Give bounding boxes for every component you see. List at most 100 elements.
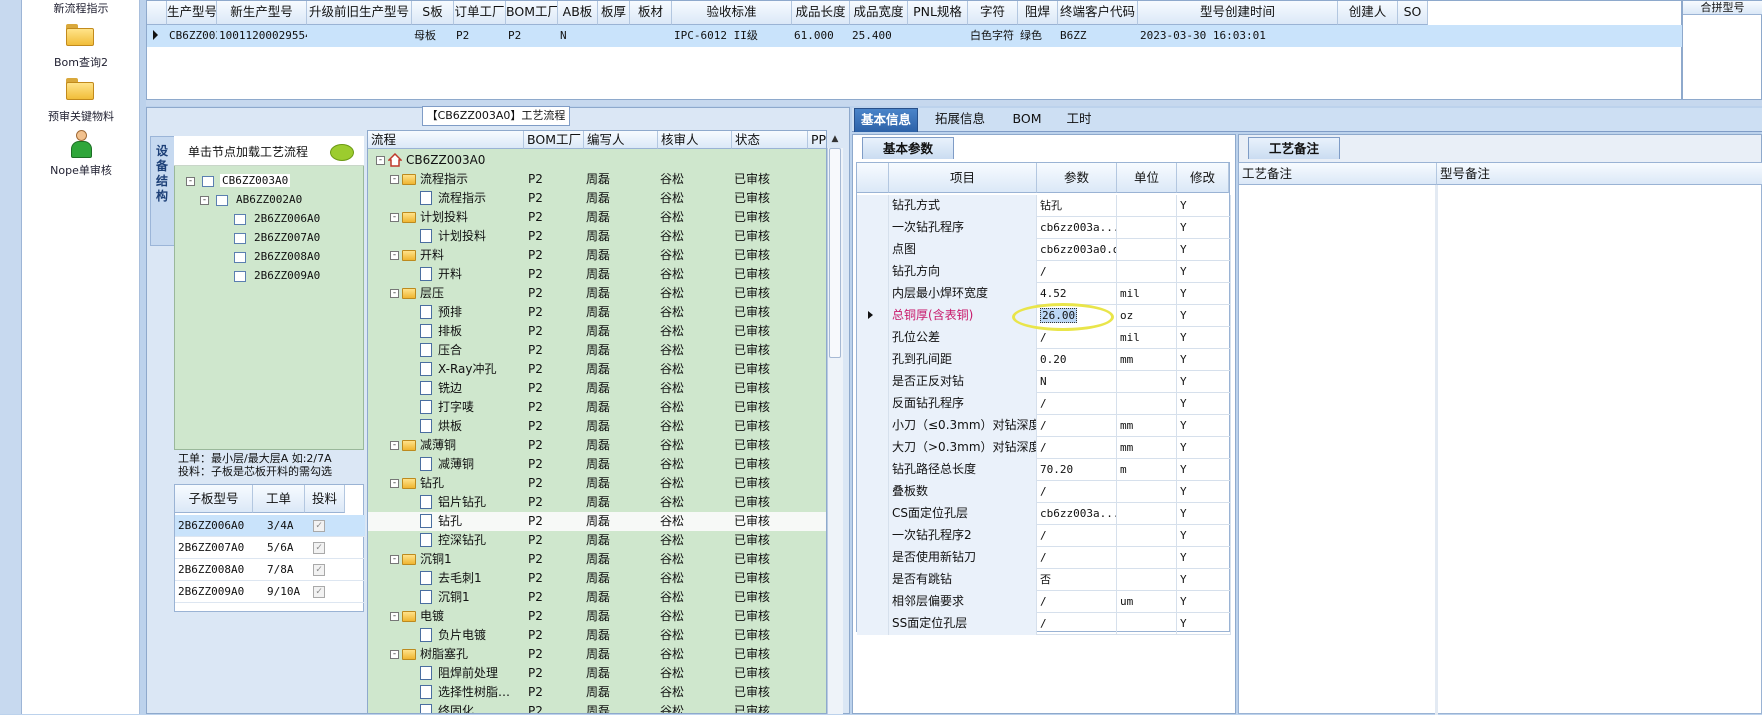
tab-basic-info[interactable]: 基本信息	[854, 108, 918, 132]
table-row[interactable]: 一次钻孔程序2/ Y	[857, 525, 1231, 547]
checkbox[interactable]: ✓	[313, 586, 325, 598]
param-column-header[interactable]: 修改	[1177, 163, 1229, 193]
table-row[interactable]: SS面定位孔层 / Y	[857, 613, 1231, 635]
column-header[interactable]: 验收标准	[672, 1, 792, 25]
table-row[interactable]: 叠板数 / Y	[857, 481, 1231, 503]
param-value[interactable]: /	[1037, 481, 1117, 503]
flow-column-header[interactable]: 状态	[732, 131, 808, 149]
tree-expander-icon[interactable]: -	[186, 177, 195, 186]
scroll-up-icon[interactable]: ▲	[829, 132, 841, 146]
table-row[interactable]: 铣边 P2 周磊 谷松 已审核	[368, 379, 826, 398]
param-value[interactable]: 70.20	[1037, 459, 1117, 481]
column-header[interactable]: 字符	[968, 1, 1018, 25]
table-row[interactable]: 排板 P2 周磊 谷松 已审核	[368, 322, 826, 341]
table-row[interactable]: 阻焊前处理 P2 周磊 谷松 已审核	[368, 664, 826, 683]
column-header[interactable]: 创建人	[1338, 1, 1398, 25]
subtab-process-notes[interactable]: 工艺备注	[1248, 137, 1340, 159]
param-value[interactable]: cb6zz003a...	[1037, 503, 1117, 525]
tree-expander-icon[interactable]: -	[390, 555, 399, 564]
user-icon[interactable]	[70, 130, 92, 158]
tree-expander-icon[interactable]: -	[390, 612, 399, 621]
tab-work-hours[interactable]: 工时	[1054, 108, 1104, 132]
tree-expander-icon[interactable]: -	[390, 213, 399, 222]
table-row[interactable]: 2B6ZZ007A0 5/6A ✓	[175, 537, 365, 559]
tree-node[interactable]: CB6ZZ003A0	[220, 174, 291, 187]
tree-node[interactable]: 2B6ZZ008A0	[252, 250, 322, 263]
column-header[interactable]: 生产型号	[167, 1, 217, 25]
table-row[interactable]: 终固化 P2 周磊 谷松 已审核	[368, 702, 826, 713]
param-column-header[interactable]: 参数	[1037, 163, 1117, 193]
nav-item-nope-review[interactable]: Nope单审核	[22, 162, 140, 178]
column-header[interactable]: 终端客户代码	[1058, 1, 1138, 25]
table-row[interactable]: 铝片钻孔 P2 周磊 谷松 已审核	[368, 493, 826, 512]
sub-column-header[interactable]: 子板型号	[175, 485, 253, 513]
column-header[interactable]: S板	[412, 1, 454, 25]
table-row[interactable]: - 树脂塞孔 P2 周磊 谷松 已审核	[368, 645, 826, 664]
column-header[interactable]: BOM工厂	[506, 1, 558, 25]
param-value[interactable]: /	[1037, 525, 1117, 547]
table-row[interactable]: 钻孔方式 钻孔 Y	[857, 195, 1231, 217]
flow-column-header[interactable]: BOM工厂	[524, 131, 584, 149]
param-value[interactable]: 0.20	[1037, 349, 1117, 371]
sub-column-header[interactable]: 投料	[305, 485, 345, 513]
table-row[interactable]: 打字唛 P2 周磊 谷松 已审核	[368, 398, 826, 417]
column-header[interactable]: 板厚	[598, 1, 630, 25]
flow-column-header[interactable]: 核审人	[658, 131, 732, 149]
table-row[interactable]: 一次钻孔程序 cb6zz003a... Y	[857, 217, 1231, 239]
table-row[interactable]: 2B6ZZ009A0 9/10A ✓	[175, 581, 365, 603]
table-row[interactable]: 小刀（≤0.3mm）对钻深度 / mm Y	[857, 415, 1231, 437]
table-row[interactable]: CS面定位孔层 cb6zz003a... Y	[857, 503, 1231, 525]
table-row[interactable]: - 沉铜1 P2 周磊 谷松 已审核	[368, 550, 826, 569]
param-value[interactable]: /	[1037, 591, 1117, 613]
tree-expander-icon[interactable]: -	[390, 289, 399, 298]
column-header[interactable]: AB板	[558, 1, 598, 25]
table-row[interactable]: 2B6ZZ006A0 3/4A ✓	[175, 515, 365, 537]
table-row[interactable]: 压合 P2 周磊 谷松 已审核	[368, 341, 826, 360]
param-value[interactable]: /	[1037, 547, 1117, 569]
tree-expander-icon[interactable]: -	[390, 251, 399, 260]
tab-extended-info[interactable]: 拓展信息	[920, 108, 1000, 132]
nav-item-bom-query[interactable]: Bom查询2	[22, 54, 140, 70]
table-row[interactable]: 大刀（>0.3mm）对钻深度 / mm Y	[857, 437, 1231, 459]
table-row[interactable]: X-Ray冲孔 P2 周磊 谷松 已审核	[368, 360, 826, 379]
flow-column-header[interactable]: 编写人	[584, 131, 658, 149]
checkbox[interactable]: ✓	[313, 520, 325, 532]
table-row[interactable]: 烘板 P2 周磊 谷松 已审核	[368, 417, 826, 436]
param-value[interactable]: N	[1037, 371, 1117, 393]
table-row[interactable]: 负片电镀 P2 周磊 谷松 已审核	[368, 626, 826, 645]
column-header[interactable]: 成品长度	[792, 1, 850, 25]
param-column-header[interactable]: 项目	[889, 163, 1037, 193]
flow-column-header[interactable]: 流程	[368, 131, 524, 149]
table-row[interactable]: 反面钻孔程序 / Y	[857, 393, 1231, 415]
table-row[interactable]: 孔位公差 / mil Y	[857, 327, 1231, 349]
param-value[interactable]: /	[1037, 437, 1117, 459]
column-header[interactable]: 板材	[630, 1, 672, 25]
param-value[interactable]: /	[1037, 415, 1117, 437]
param-value[interactable]: 4.52	[1037, 283, 1117, 305]
column-header[interactable]: 新生产型号	[217, 1, 307, 25]
table-row[interactable]: 计划投料 P2 周磊 谷松 已审核	[368, 227, 826, 246]
tree-expander-icon[interactable]: -	[200, 196, 209, 205]
nav-item-new-flow[interactable]: 新流程指示	[22, 0, 140, 16]
horizontal-splitter[interactable]	[146, 100, 1762, 106]
table-row[interactable]: 钻孔 P2 周磊 谷松 已审核	[368, 512, 826, 531]
param-value[interactable]: /	[1037, 613, 1117, 635]
table-row[interactable]: 是否有跳钻否 Y	[857, 569, 1231, 591]
column-header[interactable]: 升级前旧生产型号	[307, 1, 412, 25]
table-row[interactable]: - CB6ZZ003A0	[368, 151, 826, 170]
param-value[interactable]: cb6zz003a0.d	[1037, 239, 1117, 261]
subtab-basic-params[interactable]: 基本参数	[862, 137, 954, 159]
table-row[interactable]: 预排 P2 周磊 谷松 已审核	[368, 303, 826, 322]
table-row[interactable]: 点图 cb6zz003a0.d Y	[857, 239, 1231, 261]
param-value[interactable]: /	[1037, 261, 1117, 283]
scrollbar-thumb[interactable]	[829, 148, 841, 358]
tree-node[interactable]: 2B6ZZ009A0	[252, 269, 322, 282]
table-row[interactable]: 减薄铜 P2 周磊 谷松 已审核	[368, 455, 826, 474]
tree-expander-icon[interactable]: -	[390, 441, 399, 450]
param-value[interactable]: 否	[1037, 569, 1117, 591]
notes-column-header[interactable]: 型号备注	[1437, 163, 1762, 185]
column-header[interactable]: SO	[1398, 1, 1428, 25]
table-row[interactable]: - 流程指示 P2 周磊 谷松 已审核	[368, 170, 826, 189]
table-row[interactable]: 去毛刺1 P2 周磊 谷松 已审核	[368, 569, 826, 588]
tree-node[interactable]: 2B6ZZ007A0	[252, 231, 322, 244]
